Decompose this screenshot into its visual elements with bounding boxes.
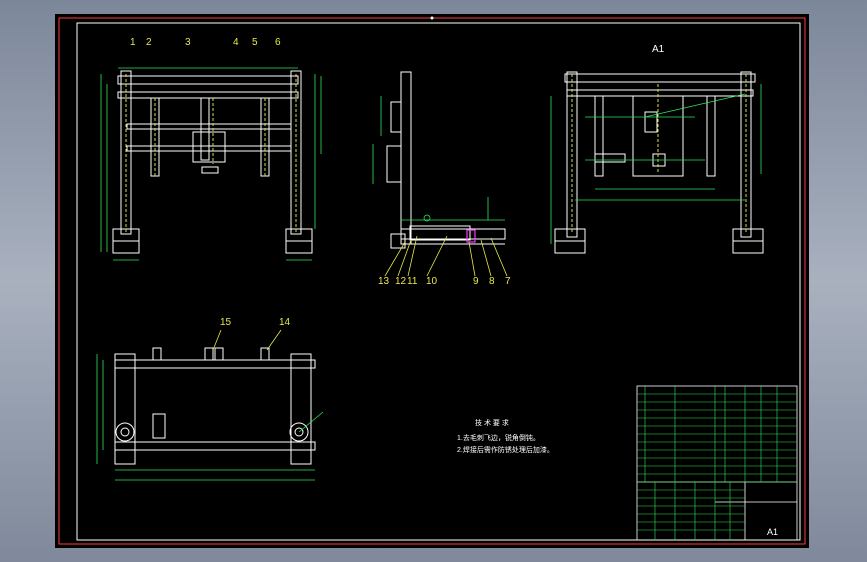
note-line-1: 1.去毛刺飞边，锐角倒钝。	[457, 435, 540, 442]
balloon-front-4: 4	[233, 37, 239, 48]
side-view	[386, 71, 506, 249]
balloon-side-7: 7	[505, 276, 511, 287]
balloon-side-8: 8	[489, 276, 495, 287]
title-block-sheet-label: A1	[767, 527, 779, 537]
top-view	[114, 347, 316, 465]
balloon-front-6: 6	[275, 37, 281, 48]
balloon-top-14: 14	[279, 317, 291, 328]
balloon-front-5: 5	[252, 37, 258, 48]
notes-heading: 技 术 要 求	[475, 420, 509, 427]
title-block-grid	[637, 386, 797, 540]
view-a-dimensions	[550, 84, 762, 244]
balloon-front-2: 2	[146, 37, 152, 48]
balloon-side-11: 11	[407, 276, 418, 287]
side-view-dimensions	[372, 96, 505, 222]
front-view-dimensions	[100, 67, 322, 261]
title-block	[636, 385, 798, 541]
view-a	[554, 71, 764, 254]
balloon-top-15: 15	[220, 317, 232, 328]
balloon-front-1: 1	[130, 37, 136, 48]
top-center-mark	[430, 16, 434, 20]
balloon-side-10: 10	[426, 276, 438, 287]
balloon-front-3: 3	[185, 37, 191, 48]
viewport: 1 2 3 4 5 6 13 12 11 10 9 8 7 A1 15 14 技…	[0, 0, 867, 562]
balloon-side-12: 12	[395, 276, 407, 287]
drawing-sheet: 1 2 3 4 5 6 13 12 11 10 9 8 7 A1 15 14 技…	[55, 14, 809, 548]
side-view-leaders	[384, 235, 508, 277]
balloon-side-9: 9	[473, 276, 479, 287]
view-a-label: A1	[652, 44, 665, 55]
inner-frame	[76, 22, 801, 541]
top-view-dimensions	[96, 354, 324, 481]
top-view-leaders	[212, 329, 282, 351]
note-line-2: 2.焊接后需作防锈处理后加漆。	[457, 447, 554, 454]
balloon-side-13: 13	[378, 276, 390, 287]
